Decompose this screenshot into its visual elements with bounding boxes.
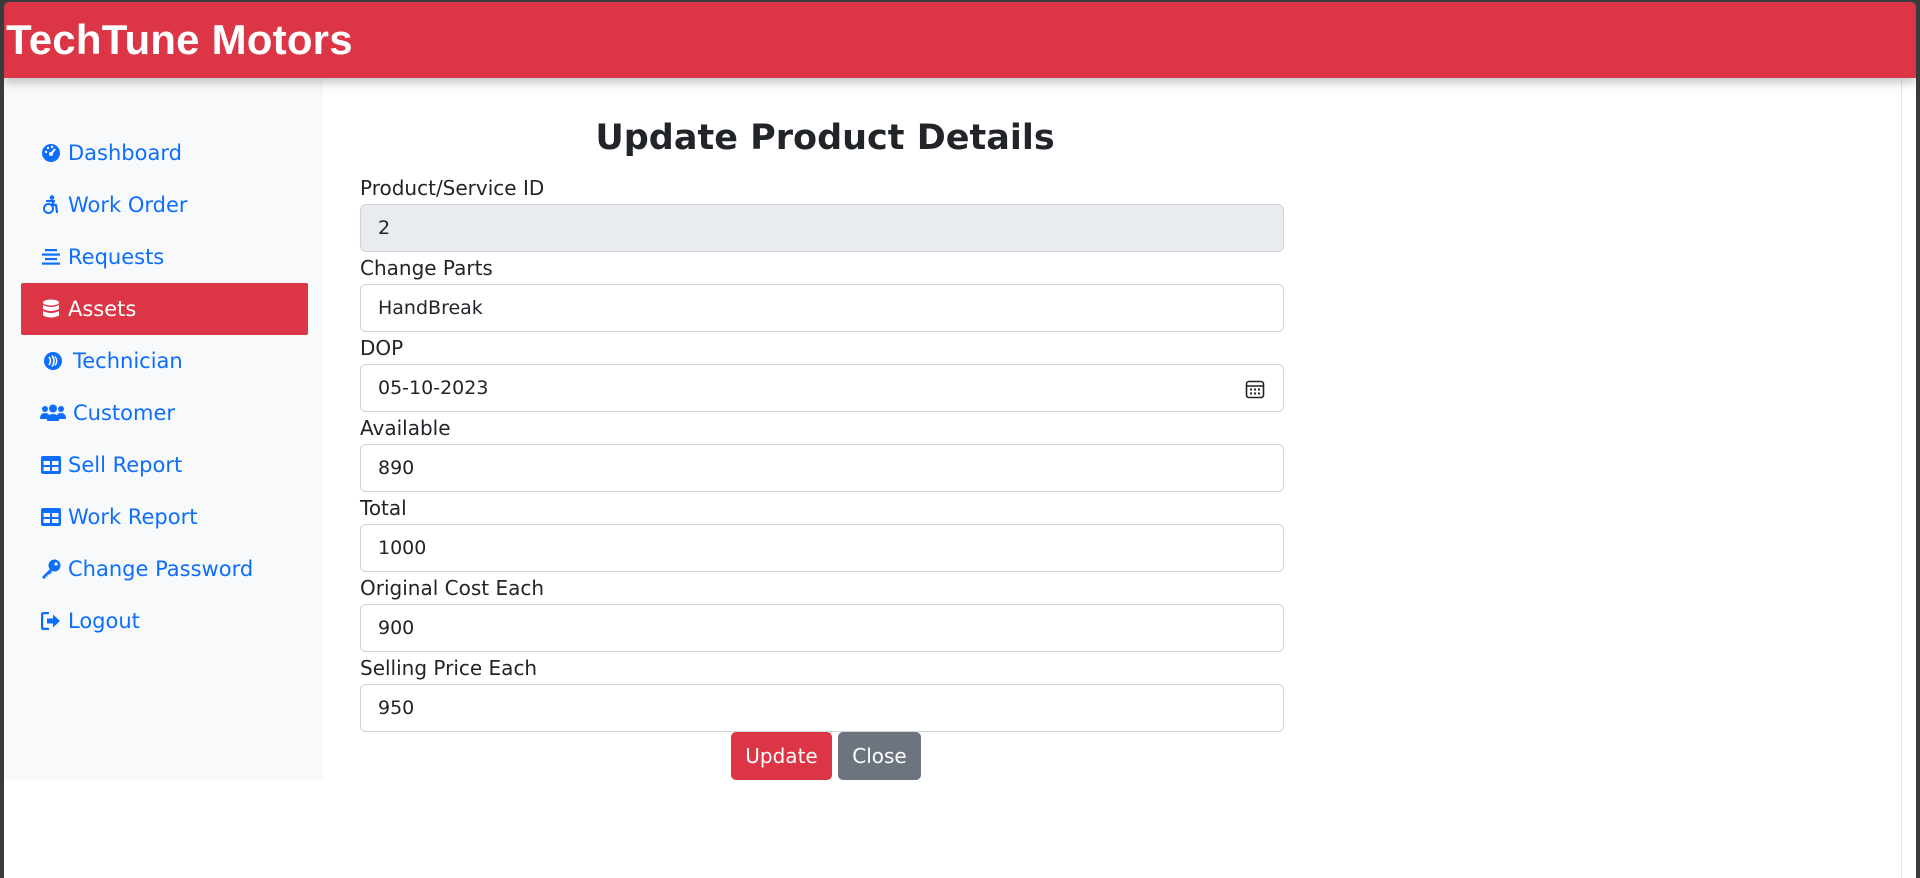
selling-price-label: Selling Price Each [360,656,538,680]
dop-date-value: 05-10-2023 [378,377,489,399]
database-icon [40,298,62,320]
align-center-icon [40,246,62,268]
top-navbar: TechTune Motors [4,2,1916,78]
product-id-field: 2 [360,204,1284,252]
sidebar-item-work-order[interactable]: Work Order [21,179,308,231]
available-field[interactable]: 890 [360,444,1284,492]
sidebar-item-requests[interactable]: Requests [21,231,308,283]
app-window: TechTune Motors Dashboard Work Order Req… [4,2,1916,878]
sidebar-item-technician[interactable]: Technician [21,335,308,387]
calendar-icon[interactable] [1245,379,1265,399]
sidebar-item-label: Customer [73,401,176,425]
sidebar-item-assets[interactable]: Assets [21,283,308,335]
original-cost-label: Original Cost Each [360,576,545,600]
sidebar-item-label: Logout [68,609,140,633]
sidebar-item-sell-report[interactable]: Sell Report [21,439,308,491]
sidebar-nav: Dashboard Work Order Requests Assets Tec… [4,127,323,647]
dop-date-field[interactable]: 05-10-2023 [360,364,1284,412]
key-icon [40,558,62,580]
close-button[interactable]: Close [838,732,921,780]
users-icon [40,402,66,424]
update-button[interactable]: Update [731,732,832,780]
sound-wave-icon [42,350,64,372]
sidebar-item-label: Sell Report [68,453,183,477]
sign-out-icon [40,610,62,632]
sidebar-item-customer[interactable]: Customer [21,387,308,439]
table-icon [40,454,62,476]
change-parts-label: Change Parts [360,256,493,280]
brand-title[interactable]: TechTune Motors [6,16,353,64]
available-label: Available [360,416,451,440]
sidebar-item-label: Change Password [68,557,254,581]
sidebar: Dashboard Work Order Requests Assets Tec… [4,78,323,780]
total-field[interactable]: 1000 [360,524,1284,572]
total-label: Total [360,496,407,520]
selling-price-field[interactable]: 950 [360,684,1284,732]
product-id-label: Product/Service ID [360,176,545,200]
change-parts-field[interactable]: HandBreak [360,284,1284,332]
sidebar-item-dashboard[interactable]: Dashboard [21,127,308,179]
table-icon [40,506,62,528]
sidebar-item-label: Dashboard [68,141,182,165]
dashboard-gauge-icon [40,142,62,164]
sidebar-item-label: Assets [68,297,137,321]
sidebar-item-label: Technician [73,349,183,373]
sidebar-item-label: Requests [68,245,165,269]
accessibility-icon [40,194,62,216]
sidebar-item-work-report[interactable]: Work Report [21,491,308,543]
sidebar-item-change-password[interactable]: Change Password [21,543,308,595]
sidebar-item-logout[interactable]: Logout [21,595,308,647]
original-cost-field[interactable]: 900 [360,604,1284,652]
dop-label: DOP [360,336,404,360]
sidebar-item-label: Work Order [68,193,188,217]
vertical-scrollbar[interactable] [1901,80,1916,878]
sidebar-item-label: Work Report [68,505,198,529]
page-title: Update Product Details [595,118,1055,158]
